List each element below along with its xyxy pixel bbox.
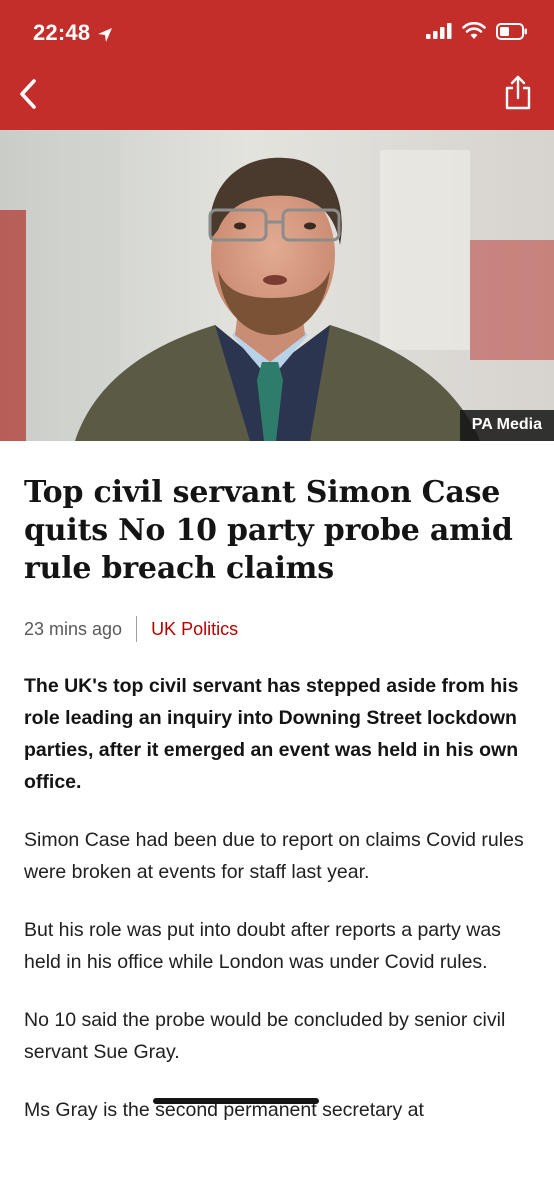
chevron-left-icon — [17, 78, 39, 115]
article-meta: 23 mins ago UK Politics — [24, 616, 530, 642]
article-paragraph: Simon Case had been due to report on cla… — [24, 829, 524, 883]
article-body: Top civil servant Simon Case quits No 10… — [24, 474, 530, 1126]
location-arrow-icon — [96, 24, 114, 42]
article-paragraph: No 10 said the probe would be concluded … — [24, 1009, 506, 1063]
status-icons — [426, 21, 528, 45]
status-time: 22:48 — [33, 20, 91, 45]
status-bar: 22:48 — [0, 0, 554, 60]
cellular-signal-icon — [426, 23, 452, 44]
status-time-group: 22:48 — [33, 20, 114, 46]
wifi-icon — [462, 21, 486, 45]
scribbled-text: second permanent — [153, 1094, 319, 1126]
share-button[interactable] — [496, 72, 540, 118]
paragraph-text-start: Ms Gray is the — [24, 1099, 156, 1121]
topic-link[interactable]: UK Politics — [151, 619, 238, 640]
share-icon — [504, 75, 532, 116]
article-paragraph-partial: Ms Gray is the second permanent secretar… — [24, 1094, 530, 1126]
hero-image: PA Media — [0, 130, 554, 441]
article-paragraph: But his role was put into doubt after re… — [24, 919, 501, 973]
nav-bar — [0, 62, 554, 130]
back-button[interactable] — [6, 74, 50, 118]
battery-icon — [496, 22, 528, 45]
article-headline: Top civil servant Simon Case quits No 10… — [24, 475, 513, 586]
photo-credit: PA Media — [459, 410, 554, 441]
app-header: 22:48 — [0, 0, 554, 130]
hero-photo — [0, 130, 554, 441]
paragraph-text-end: secretary at — [316, 1099, 424, 1121]
article-lead: The UK's top civil servant has stepped a… — [24, 675, 519, 793]
meta-divider — [136, 616, 138, 642]
article-timestamp: 23 mins ago — [24, 618, 123, 639]
